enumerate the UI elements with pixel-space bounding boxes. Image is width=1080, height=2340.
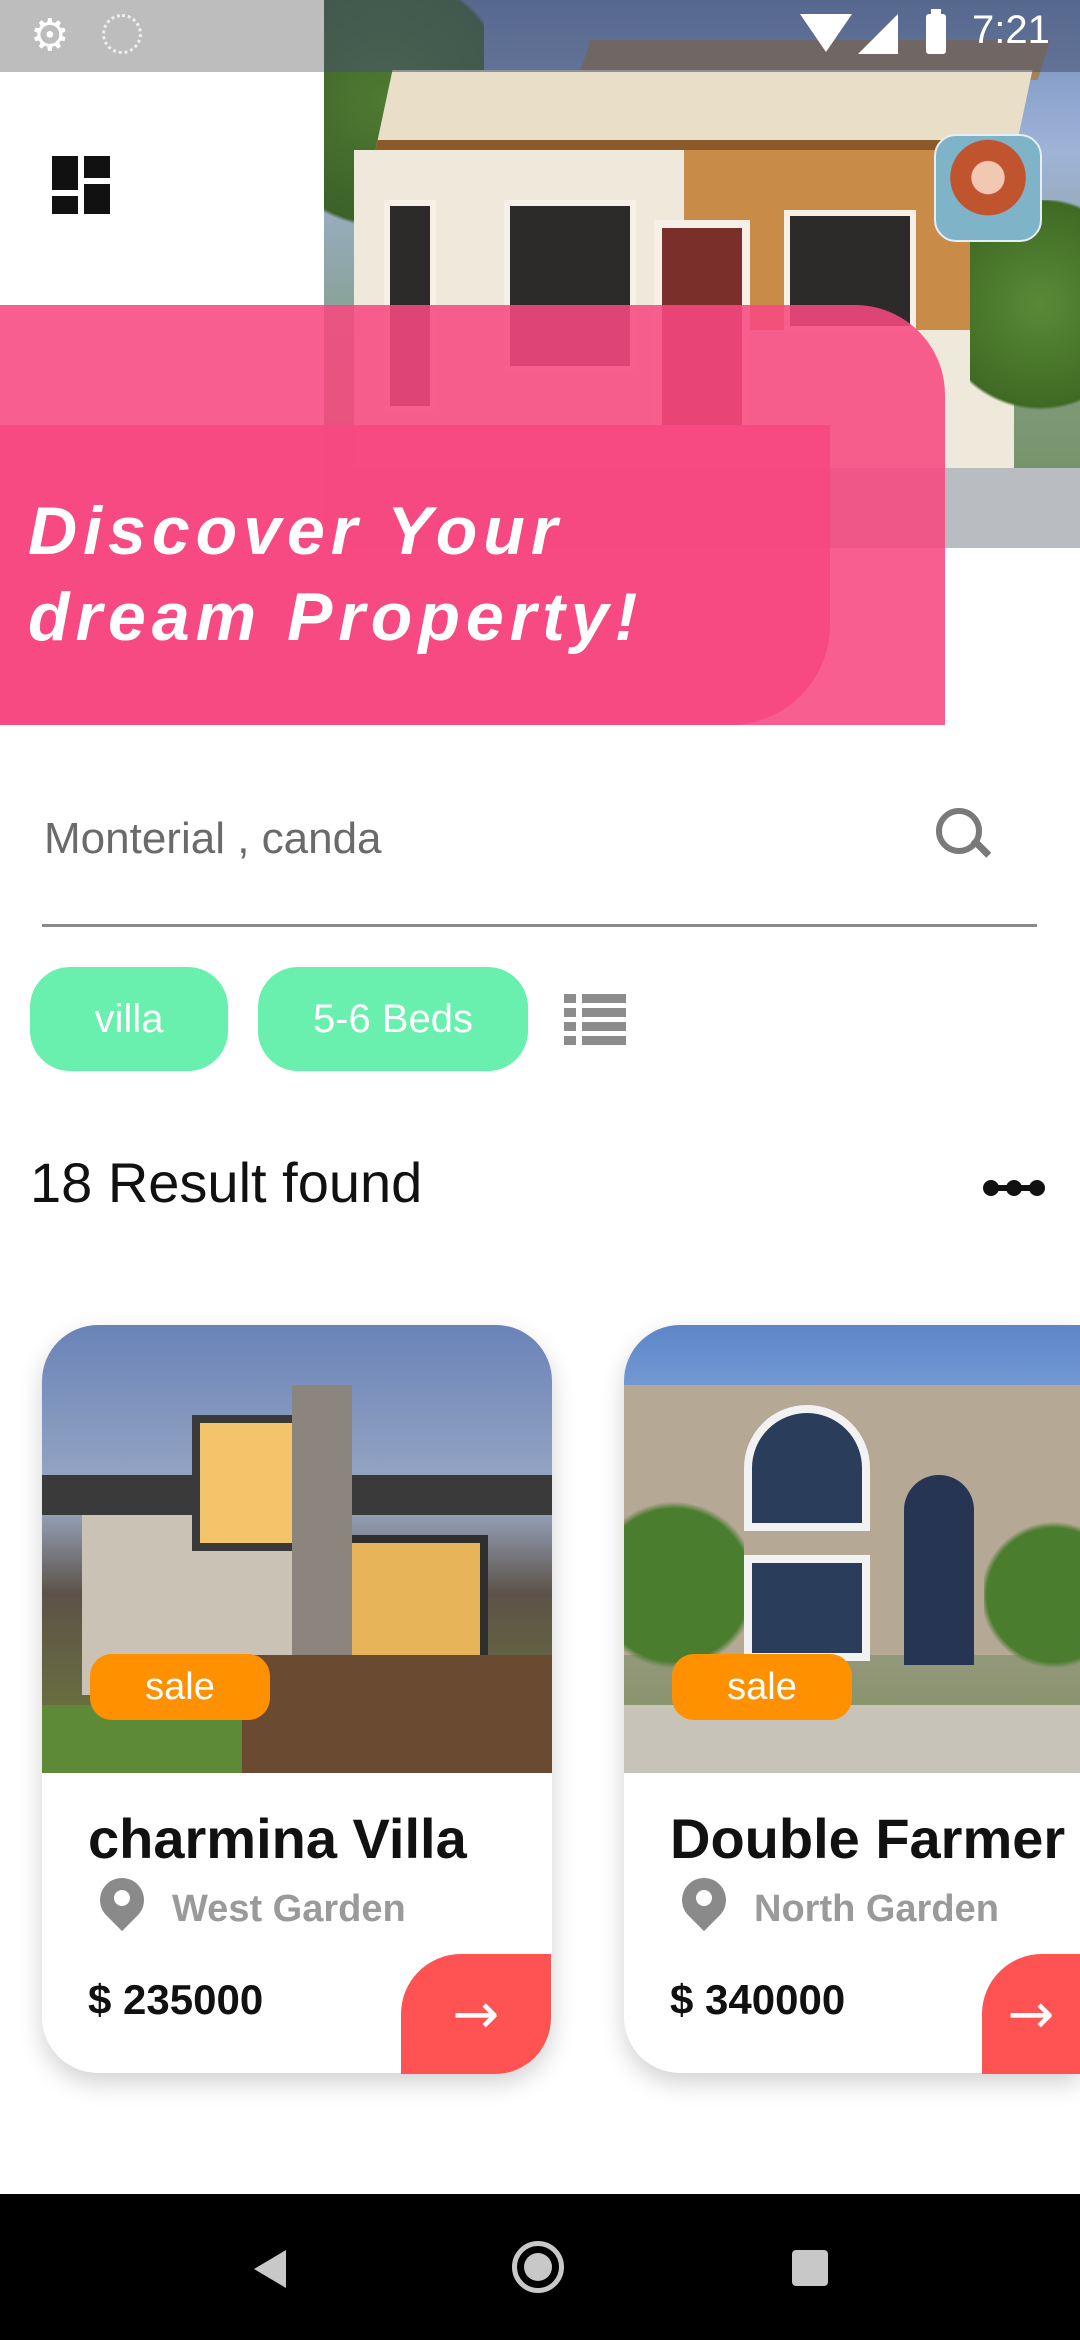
dashboard-icon[interactable] [52, 156, 110, 214]
search-underline [42, 924, 1037, 927]
nav-home-icon[interactable] [512, 2241, 564, 2293]
status-time: 7:21 [972, 8, 1050, 52]
wifi-icon [800, 14, 852, 52]
filter-chip-beds[interactable]: 5-6 Beds [258, 967, 528, 1071]
location-pin-icon [672, 1868, 736, 1936]
hero-headline: Discover Your dream Property! [28, 488, 828, 660]
results-count: 18 Result found [30, 1151, 423, 1214]
listing-location: North Garden [754, 1888, 999, 1930]
listing-title: Double Farmer [670, 1807, 1066, 1870]
avatar[interactable] [934, 134, 1042, 242]
sale-badge: sale [90, 1654, 270, 1720]
headline-line-2: dream Property! [28, 579, 644, 655]
listing-price: $ 340000 [670, 1976, 846, 2023]
signal-icon [858, 14, 898, 54]
nav-recents-icon[interactable] [792, 2250, 828, 2286]
list-icon[interactable] [564, 994, 626, 1045]
arrow-right-icon[interactable]: → [401, 1954, 551, 2074]
filter-chip-villa[interactable]: villa [30, 967, 228, 1071]
more-icon[interactable] [983, 1180, 1045, 1196]
listing-title: charmina Villa [88, 1807, 467, 1870]
loading-icon [102, 14, 142, 54]
headline-line-1: Discover Your [28, 493, 564, 569]
battery-icon [926, 9, 946, 54]
settings-icon: ⚙ [30, 10, 70, 61]
listing-location: West Garden [172, 1888, 406, 1930]
listing-price: $ 235000 [88, 1976, 264, 2023]
status-bar [324, 0, 1080, 72]
sale-badge: sale [672, 1654, 852, 1720]
search-input[interactable] [42, 790, 906, 888]
nav-back-icon[interactable] [254, 2250, 286, 2288]
location-pin-icon [90, 1868, 154, 1936]
search-icon[interactable] [936, 808, 992, 864]
